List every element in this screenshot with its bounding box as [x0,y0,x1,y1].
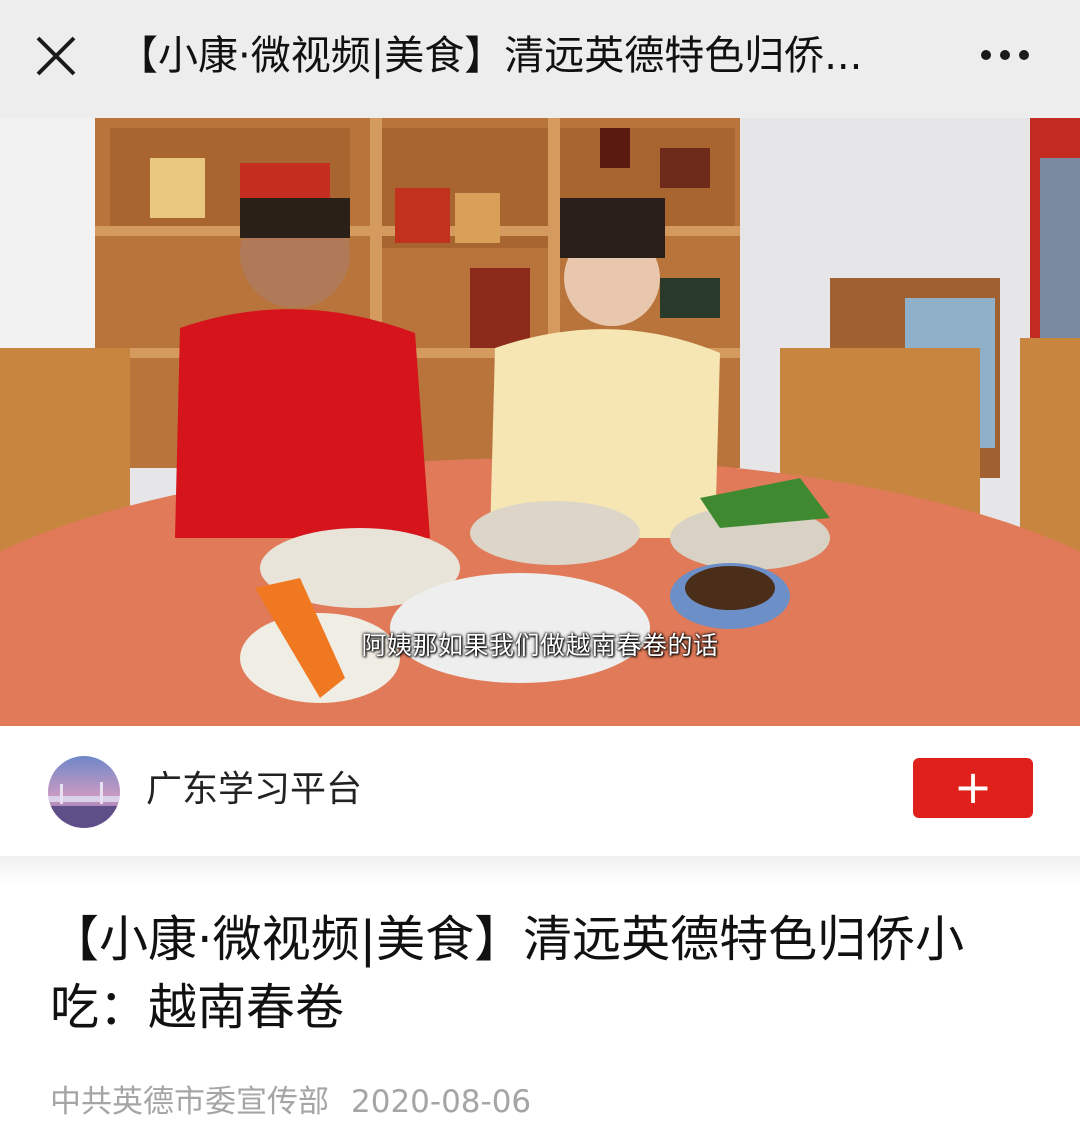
video-player[interactable]: 阿姨那如果我们做越南春卷的话 [0,118,1080,726]
more-icon[interactable] [976,40,1036,70]
article-date: 2020-08-06 [351,1084,532,1120]
account-name[interactable]: 广东学习平台 [146,762,362,818]
article-meta: 中共英德市委宣传部 2020-08-06 [50,1080,553,1124]
section-divider [0,856,1080,884]
follow-button[interactable]: + [913,758,1033,818]
top-navigation-bar: 【小康·微视频|美食】清远英德特色归侨... [0,0,1080,118]
avatar[interactable] [48,756,120,828]
article-title: 【小康·微视频|美食】清远英德特色归侨小吃：越南春卷 [50,911,965,1036]
page-title: 【小康·微视频|美食】清远英德特色归侨... [118,33,863,79]
close-icon[interactable] [30,30,82,82]
article-author[interactable]: 中共英德市委宣传部 [50,1084,329,1120]
video-subtitle: 阿姨那如果我们做越南春卷的话 [361,631,719,660]
account-bar[interactable]: 广东学习平台 + [0,726,1080,856]
